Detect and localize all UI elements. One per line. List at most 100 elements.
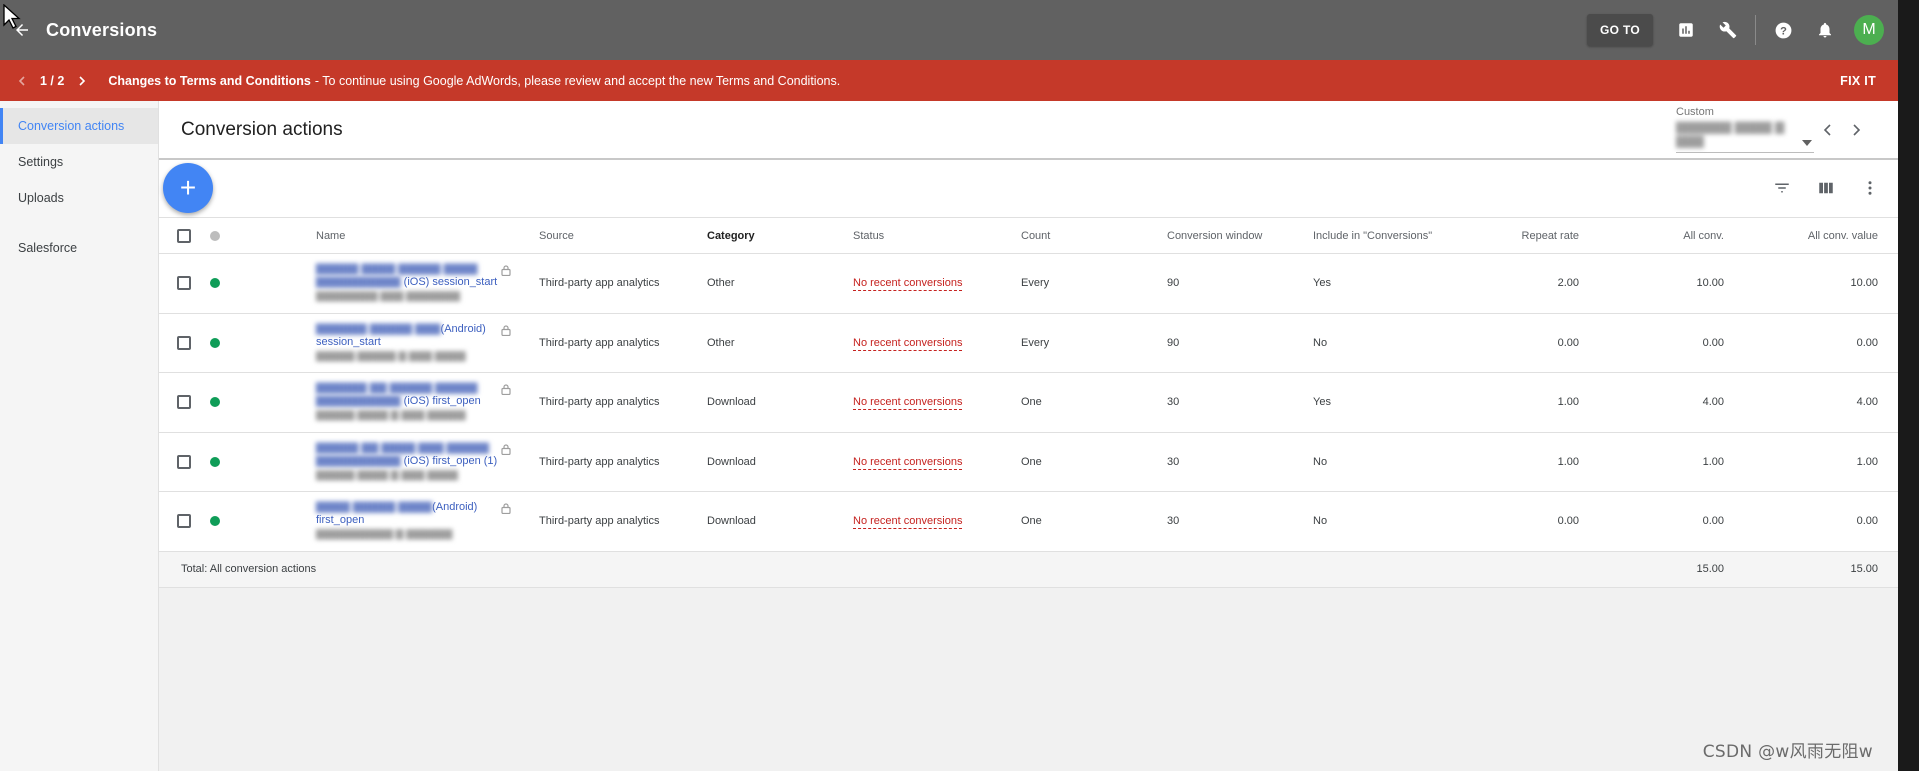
tools-button[interactable] [1707, 9, 1749, 51]
sidebar-item-settings[interactable]: Settings [0, 144, 158, 180]
include-cell: No [1313, 515, 1328, 528]
table-row: ▇▇▇▇▇ ▇▇ ▇▇▇▇ ▇▇▇ ▇▇▇▇▇ ▇▇▇▇▇▇▇▇▇▇ (iOS) … [159, 433, 1898, 492]
status-filter-dot[interactable] [210, 230, 220, 241]
more-vert-icon [1868, 181, 1872, 195]
count-cell: One [1021, 396, 1042, 409]
count-cell: One [1021, 515, 1042, 528]
redacted-text: ▇▇▇▇▇ ▇▇ ▇▇▇▇ ▇▇▇ ▇▇▇▇▇ [316, 441, 489, 454]
date-range-label: Custom [1676, 106, 1714, 118]
fix-it-button[interactable]: FIX IT [1840, 74, 1876, 88]
enabled-status-dot [210, 337, 220, 348]
header-repeat-rate[interactable]: Repeat rate [1522, 230, 1579, 242]
divider [1755, 15, 1756, 45]
row-checkbox[interactable] [177, 335, 191, 350]
columns-button[interactable] [1804, 170, 1848, 206]
status-dot-cell [210, 337, 220, 348]
header-conversion-window[interactable]: Conversion window [1167, 230, 1262, 242]
banner-next-button[interactable] [74, 75, 90, 86]
status-link[interactable]: No recent conversions [853, 396, 963, 411]
date-range-dropdown[interactable]: Custom ▇▇▇▇▇▇ ▇▇▇▇ ▇ ▇▇▇ [1676, 106, 1814, 153]
date-range-picker: Custom ▇▇▇▇▇▇ ▇▇▇▇ ▇ ▇▇▇ [1676, 106, 1870, 153]
conversion-name-link[interactable]: ▇▇▇▇ ▇▇▇▇▇ ▇▇▇▇(Android) first_open [316, 501, 506, 527]
status-link[interactable]: No recent conversions [853, 277, 963, 292]
banner-prev-button[interactable] [14, 75, 30, 86]
lock-icon [501, 384, 511, 396]
sidebar-item-conversion-actions[interactable]: Conversion actions [0, 108, 158, 144]
table-tools [1760, 170, 1892, 206]
chevron-left-icon [1823, 123, 1831, 136]
status-dot-cell [210, 397, 220, 408]
app-title: Conversions [46, 19, 158, 40]
notifications-button[interactable] [1804, 9, 1846, 51]
all-conv-value-cell: 0.00 [1856, 336, 1878, 349]
lock-icon [501, 444, 511, 455]
status-link[interactable]: No recent conversions [853, 336, 963, 351]
select-all-checkbox-cell [177, 228, 191, 243]
all-conv-value-cell: 1.00 [1856, 455, 1878, 468]
all-conv-cell: 0.00 [1702, 515, 1724, 528]
header-status[interactable]: Status [853, 230, 884, 242]
redacted-subtext: ▇▇▇▇▇▇▇▇▇▇ ▇ ▇▇▇▇▇▇ [316, 529, 453, 541]
conversion-name-text: (iOS) first_open (1) [403, 454, 498, 467]
more-options-button[interactable] [1848, 170, 1892, 206]
row-checkbox[interactable] [177, 454, 191, 469]
sidebar-item-salesforce[interactable]: Salesforce [0, 230, 158, 266]
table-row: ▇▇▇▇▇ ▇▇▇▇ ▇▇▇▇▇ ▇▇▇▇ ▇▇▇▇▇▇▇▇▇▇ (iOS) se… [159, 254, 1898, 314]
status-link[interactable]: No recent conversions [853, 515, 963, 530]
conversion-name-text: (iOS) first_open [403, 395, 481, 408]
count-cell: Every [1021, 336, 1050, 349]
help-icon: ? [1775, 22, 1791, 38]
name-cell: ▇▇▇▇ ▇▇▇▇▇ ▇▇▇▇(Android) first_open ▇▇▇▇▇… [316, 501, 511, 541]
sidebar-item-uploads[interactable]: Uploads [0, 180, 158, 216]
header-count[interactable]: Count [1021, 230, 1050, 242]
enabled-status-dot [210, 278, 220, 289]
reports-button[interactable] [1665, 9, 1707, 51]
redacted-subtext: ▇▇▇▇▇▇▇▇ ▇▇▇ ▇▇▇▇▇▇▇ [316, 291, 460, 303]
row-checkbox-cell [177, 454, 191, 469]
conversion-name-link[interactable]: ▇▇▇▇▇ ▇▇▇▇ ▇▇▇▇▇ ▇▇▇▇ ▇▇▇▇▇▇▇▇▇▇ (iOS) se… [316, 263, 506, 289]
date-next-button[interactable] [1842, 116, 1870, 144]
header-category[interactable]: Category [707, 230, 755, 242]
avatar[interactable]: M [1854, 15, 1884, 45]
all-conv-cell: 4.00 [1702, 396, 1724, 409]
conversion-name-link[interactable]: ▇▇▇▇▇ ▇▇ ▇▇▇▇ ▇▇▇ ▇▇▇▇▇ ▇▇▇▇▇▇▇▇▇▇ (iOS) … [316, 442, 506, 468]
enabled-status-dot [210, 516, 220, 527]
source-cell: Third-party app analytics [539, 396, 660, 409]
filter-button[interactable] [1760, 170, 1804, 206]
help-button[interactable]: ? [1762, 9, 1804, 51]
conversion-name-link[interactable]: ▇▇▇▇▇▇ ▇▇ ▇▇▇▇▇ ▇▇▇▇▇ ▇▇▇▇▇▇▇▇▇▇ (iOS) fi… [316, 382, 506, 408]
header-source[interactable]: Source [539, 230, 574, 242]
header-name[interactable]: Name [316, 230, 345, 242]
name-cell: ▇▇▇▇▇ ▇▇▇▇ ▇▇▇▇▇ ▇▇▇▇ ▇▇▇▇▇▇▇▇▇▇ (iOS) se… [316, 263, 511, 303]
conversion-name-link[interactable]: ▇▇▇▇▇▇ ▇▇▇▇▇ ▇▇▇(Android) session_start [316, 323, 506, 349]
status-link[interactable]: No recent conversions [853, 455, 963, 470]
status-dot-cell [210, 516, 220, 527]
status-cell: No recent conversions [853, 455, 963, 470]
header-all-conv[interactable]: All conv. [1683, 230, 1724, 242]
total-all-conv: 15.00 [1696, 563, 1724, 575]
svg-text:?: ? [1780, 25, 1787, 37]
redacted-text: ▇▇▇▇ ▇▇▇▇▇ ▇▇▇▇ [316, 501, 433, 514]
source-cell: Third-party app analytics [539, 455, 660, 468]
select-all-checkbox[interactable] [177, 228, 191, 243]
window-cell: 30 [1167, 515, 1180, 528]
redacted-subtext: ▇▇▇▇▇ ▇▇▇▇ ▇ ▇▇▇ ▇▇▇▇ [316, 469, 458, 481]
row-checkbox[interactable] [177, 514, 191, 529]
category-cell: Download [707, 396, 756, 409]
total-all-conv-value: 15.00 [1850, 563, 1878, 575]
goto-button[interactable]: GO TO [1587, 14, 1653, 46]
row-checkbox[interactable] [177, 276, 191, 291]
date-prev-button[interactable] [1814, 116, 1842, 144]
header-include-in-conversions[interactable]: Include in "Conversions" [1313, 230, 1432, 242]
table-row: ▇▇▇▇▇▇ ▇▇▇▇▇ ▇▇▇(Android) session_start ▇… [159, 314, 1898, 373]
row-checkbox[interactable] [177, 395, 191, 410]
add-conversion-button[interactable]: + [163, 163, 213, 213]
source-cell: Third-party app analytics [539, 515, 660, 528]
all-conv-cell: 1.00 [1702, 455, 1724, 468]
header-all-conv-value[interactable]: All conv. value [1808, 230, 1878, 242]
redacted-subtext: ▇▇▇▇▇ ▇▇▇▇ ▇ ▇▇▇ ▇▇▇▇▇ [316, 410, 466, 422]
redacted-subtext: ▇▇▇▇▇ ▇▇▇▇▇ ▇ ▇▇▇ ▇▇▇▇ [316, 350, 466, 362]
conversion-name-text: (iOS) session_start [403, 276, 498, 289]
status-cell: No recent conversions [853, 336, 963, 351]
